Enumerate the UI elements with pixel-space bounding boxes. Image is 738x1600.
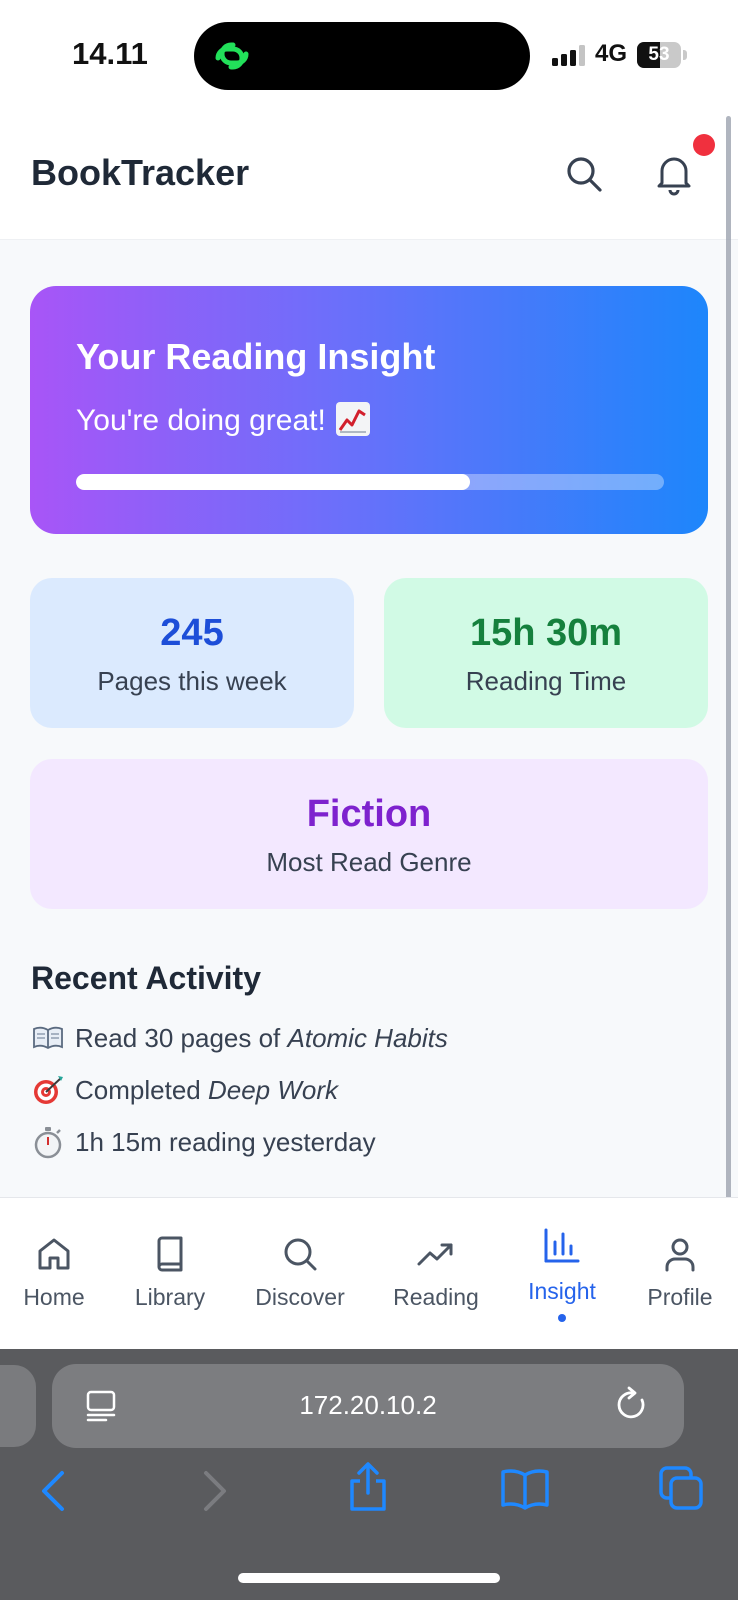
forward-icon[interactable]: [196, 1469, 232, 1513]
dynamic-island: [194, 22, 530, 90]
notification-badge: [693, 134, 715, 156]
search-icon[interactable]: [564, 154, 604, 194]
activity-item: Read 30 pages of Atomic Habits: [31, 1018, 448, 1058]
tabs-icon[interactable]: [658, 1465, 704, 1511]
search-icon: [284, 1238, 317, 1271]
activity-text: Read 30 pages of: [75, 1022, 288, 1053]
reload-icon[interactable]: [614, 1386, 650, 1424]
url-text: 172.20.10.2: [299, 1390, 437, 1420]
home-indicator[interactable]: [238, 1573, 500, 1583]
activity-text: 1h 15m reading yesterday: [75, 1126, 376, 1157]
home-icon: [38, 1238, 70, 1270]
active-indicator-dot: [558, 1314, 566, 1322]
nav-library-label: Library: [134, 1284, 206, 1310]
genre-stat-card: Fiction Most Read Genre: [30, 759, 708, 909]
pages-value: 245: [160, 612, 224, 654]
activity-item: Completed Deep Work: [31, 1070, 338, 1110]
genre-label: Most Read Genre: [266, 847, 472, 877]
activity-text: Completed: [75, 1074, 208, 1105]
bottom-nav: Home Library Discover Reading Insight Pr…: [0, 1197, 738, 1349]
network-type: 4G: [595, 40, 628, 67]
page-scrollbar[interactable]: [726, 116, 731, 1236]
nav-reading-label: Reading: [393, 1284, 479, 1310]
reading-time-value: 15h 30m: [469, 612, 623, 654]
browser-chrome: 172.20.10.2: [0, 1349, 738, 1600]
stopwatch-icon: [34, 1127, 62, 1159]
pages-stat-card: 245 Pages this week: [30, 578, 354, 728]
pages-label: Pages this week: [97, 666, 287, 696]
nav-home-label: Home: [23, 1284, 85, 1310]
insight-title: Your Reading Insight: [76, 336, 436, 377]
insight-subtitle: You're doing great!: [76, 402, 370, 438]
nav-discover-label: Discover: [255, 1284, 345, 1310]
bookmarks-icon[interactable]: [500, 1467, 550, 1511]
activity-book-title: Deep Work: [207, 1074, 339, 1105]
nav-discover[interactable]: Discover: [244, 1198, 356, 1350]
insight-progress-fill: [76, 474, 470, 490]
insight-subtitle-text: You're doing great!: [76, 404, 326, 437]
activity-item: 1h 15m reading yesterday: [31, 1122, 376, 1162]
status-time: 14.11: [72, 36, 148, 71]
nav-insight[interactable]: Insight: [512, 1198, 612, 1350]
share-icon[interactable]: [346, 1461, 390, 1513]
main-content: Your Reading Insight You're doing great!…: [0, 240, 738, 1197]
address-bar[interactable]: 172.20.10.2: [52, 1364, 684, 1448]
bell-icon[interactable]: [652, 152, 696, 196]
nav-profile[interactable]: Profile: [634, 1198, 726, 1350]
nav-reading[interactable]: Reading: [384, 1198, 488, 1350]
previous-tab-preview[interactable]: [0, 1365, 36, 1447]
battery-level: 53: [648, 44, 670, 65]
bar-chart-icon: [544, 1228, 580, 1263]
reading-insight-card: Your Reading Insight You're doing great!: [30, 286, 708, 534]
recent-activity-title: Recent Activity: [31, 960, 261, 996]
cellular-signal-icon: [552, 45, 585, 66]
nav-library[interactable]: Library: [120, 1198, 220, 1350]
nav-home[interactable]: Home: [0, 1198, 108, 1350]
battery-icon: 53: [637, 42, 687, 68]
genre-value: Fiction: [306, 793, 432, 835]
app-header: BookTracker: [0, 110, 738, 240]
status-bar: 14.11 4G 53: [0, 0, 738, 110]
book-icon: [157, 1236, 183, 1272]
app-title: BookTracker: [31, 152, 250, 193]
insight-progress-bar: [76, 474, 664, 490]
trending-up-icon: [417, 1243, 453, 1266]
chart-increasing-icon: [335, 402, 370, 436]
nav-profile-label: Profile: [647, 1284, 713, 1310]
nav-insight-label: Insight: [528, 1278, 596, 1304]
link-activity-icon: [215, 42, 249, 70]
target-icon: [34, 1076, 63, 1104]
activity-book-title: Atomic Habits: [287, 1022, 448, 1053]
book-icon: [33, 1026, 63, 1050]
reading-time-label: Reading Time: [465, 666, 627, 696]
back-icon[interactable]: [36, 1469, 72, 1513]
user-icon: [665, 1238, 695, 1272]
reading-time-stat-card: 15h 30m Reading Time: [384, 578, 708, 728]
